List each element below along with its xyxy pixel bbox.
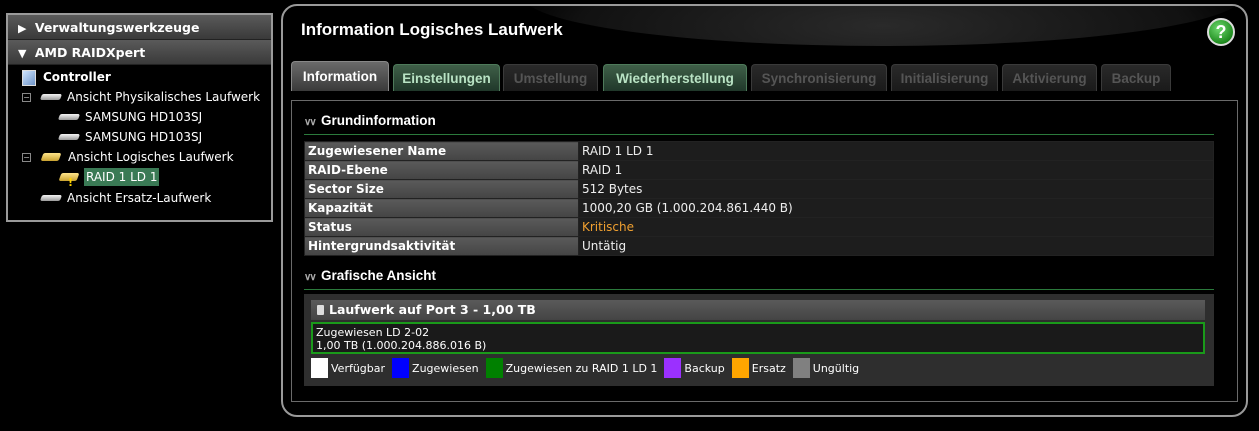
tree-item-logical-drive[interactable]: ! RAID 1 LD 1 [58, 168, 160, 189]
tree-label-physical-view: Ansicht Physikalisches Laufwerk [67, 90, 261, 104]
tree-label-physical-drive: SAMSUNG HD103SJ [85, 110, 203, 124]
tab-migration[interactable]: Umstellung [503, 64, 598, 91]
segment-size: 1,00 TB (1.000.204.886.016 B) [316, 339, 487, 352]
legend: Verfügbar Zugewiesen Zugewiesen zu RAID … [311, 358, 866, 378]
field-label: RAID-Ebene [304, 160, 579, 180]
section-divider [304, 289, 1214, 290]
collapse-toggle-icon[interactable]: − [22, 93, 31, 102]
legend-item: Zugewiesen zu RAID 1 LD 1 [485, 358, 658, 378]
field-value: 512 Bytes [578, 179, 1214, 199]
legend-swatch [664, 358, 682, 378]
field-value: Untätig [578, 236, 1214, 256]
raidxpert-header[interactable]: ▼ AMD RAIDXpert [8, 40, 271, 65]
table-row: Status Kritische [304, 217, 1214, 237]
tab-initialization[interactable]: Initialisierung [891, 64, 998, 91]
legend-item: Ungültig [792, 358, 860, 378]
page-title: Information Logisches Laufwerk [301, 20, 563, 39]
tree-item-spare-view[interactable]: Ansicht Ersatz-Laufwerk [40, 189, 213, 207]
tab-activation[interactable]: Aktivierung [1002, 64, 1097, 91]
legend-label: Zugewiesen [412, 361, 479, 375]
status-value: Kritische [578, 217, 1214, 237]
chevron-down-icon: ∨∨ [304, 272, 317, 283]
legend-item: Ersatz [731, 358, 786, 378]
tree-item-physical-view[interactable]: Ansicht Physikalisches Laufwerk [40, 88, 262, 106]
segment-name: Zugewiesen LD 2-02 [316, 326, 430, 339]
field-label: Sector Size [304, 179, 579, 199]
tree-item-physical-drive[interactable]: SAMSUNG HD103SJ [58, 128, 204, 146]
hard-drive-icon [40, 91, 62, 103]
field-value: RAID 1 [578, 160, 1214, 180]
tree-item-controller[interactable]: Controller [20, 68, 113, 86]
table-row: Zugewiesener Name RAID 1 LD 1 [304, 141, 1214, 161]
table-row: RAID-Ebene RAID 1 [304, 160, 1214, 180]
legend-swatch [731, 358, 749, 378]
logical-drive-icon [40, 149, 62, 165]
tree-label-spare-view: Ansicht Ersatz-Laufwerk [67, 191, 212, 205]
hard-drive-icon [58, 111, 80, 123]
tab-information[interactable]: Information [291, 61, 389, 91]
legend-swatch [392, 358, 410, 378]
expand-arrow-icon: ▶ [18, 22, 27, 35]
left-navigation-panel: ▶ Verwaltungswerkzeuge ▼ AMD RAIDXpert C… [6, 13, 273, 222]
controller-icon [20, 69, 38, 86]
raidxpert-label: AMD RAIDXpert [34, 45, 146, 60]
tab-settings[interactable]: Einstellungen [393, 64, 500, 91]
drive-bar: Laufwerk auf Port 3 - 1,00 TB [311, 300, 1205, 320]
legend-label: Verfügbar [331, 361, 386, 375]
graphic-view-box: Laufwerk auf Port 3 - 1,00 TB Zugewiesen… [304, 294, 1214, 386]
legend-item: Zugewiesen [392, 358, 479, 378]
collapse-toggle-icon[interactable]: − [22, 153, 31, 162]
legend-swatch [792, 358, 810, 378]
legend-item: Backup [664, 358, 725, 378]
field-value: 1000,20 GB (1.000.204.861.440 B) [578, 198, 1214, 218]
table-row: Kapazität 1000,20 GB (1.000.204.861.440 … [304, 198, 1214, 218]
warning-drive-icon: ! [58, 169, 80, 189]
field-label: Kapazität [304, 198, 579, 218]
tree-label-logical-view: Ansicht Logisches Laufwerk [68, 150, 234, 164]
table-row: Hintergrundsaktivität Untätig [304, 236, 1214, 256]
field-label: Status [304, 217, 579, 237]
tab-content: ∨∨ Grundinformation Zugewiesener Name RAI… [291, 100, 1238, 402]
section-divider [304, 134, 1214, 135]
hard-drive-icon [58, 131, 80, 143]
collapse-arrow-icon: ▼ [18, 47, 27, 60]
legend-label: Zugewiesen zu RAID 1 LD 1 [505, 361, 658, 375]
field-value: RAID 1 LD 1 [578, 141, 1214, 161]
chevron-down-icon: ∨∨ [304, 117, 317, 128]
admin-tools-header[interactable]: ▶ Verwaltungswerkzeuge [8, 15, 271, 40]
field-label: Zugewiesener Name [304, 141, 579, 161]
admin-tools-label: Verwaltungswerkzeuge [34, 20, 200, 35]
tree-label-physical-drive: SAMSUNG HD103SJ [85, 130, 203, 144]
help-icon[interactable]: ? [1207, 18, 1235, 46]
tree-label-controller: Controller [43, 70, 111, 84]
section-graphic-view-title: Grafische Ansicht [321, 268, 437, 283]
tree-label-logical-drive: RAID 1 LD 1 [84, 168, 160, 186]
tab-rebuild[interactable]: Wiederherstellung [603, 64, 747, 91]
drive-segment[interactable]: Zugewiesen LD 2-02 1,00 TB (1.000.204.88… [311, 322, 1205, 354]
header-decoration [523, 6, 1243, 46]
main-panel: Information Logisches Laufwerk ? Informa… [281, 4, 1248, 417]
basic-info-table: Zugewiesener Name RAID 1 LD 1 RAID-Ebene… [304, 141, 1214, 256]
tree-item-physical-drive[interactable]: SAMSUNG HD103SJ [58, 108, 204, 126]
legend-swatch [311, 358, 328, 378]
section-basic-info: ∨∨ Grundinformation [304, 113, 436, 128]
tab-synchronization[interactable]: Synchronisierung [751, 64, 887, 91]
legend-label: Ungültig [812, 361, 860, 375]
disk-icon [317, 305, 324, 315]
tree-item-logical-view[interactable]: Ansicht Logisches Laufwerk [40, 148, 236, 166]
legend-item: Verfügbar [311, 358, 385, 378]
legend-label: Backup [684, 361, 725, 375]
legend-swatch [485, 358, 503, 378]
drive-bar-label: Laufwerk auf Port 3 - 1,00 TB [329, 302, 536, 317]
hard-drive-icon [40, 192, 62, 204]
table-row: Sector Size 512 Bytes [304, 179, 1214, 199]
legend-label: Ersatz [751, 361, 786, 375]
tab-backup[interactable]: Backup [1101, 64, 1171, 91]
section-basic-info-title: Grundinformation [321, 113, 436, 128]
field-label: Hintergrundsaktivität [304, 236, 579, 256]
section-graphic-view: ∨∨ Grafische Ansicht [304, 268, 436, 283]
